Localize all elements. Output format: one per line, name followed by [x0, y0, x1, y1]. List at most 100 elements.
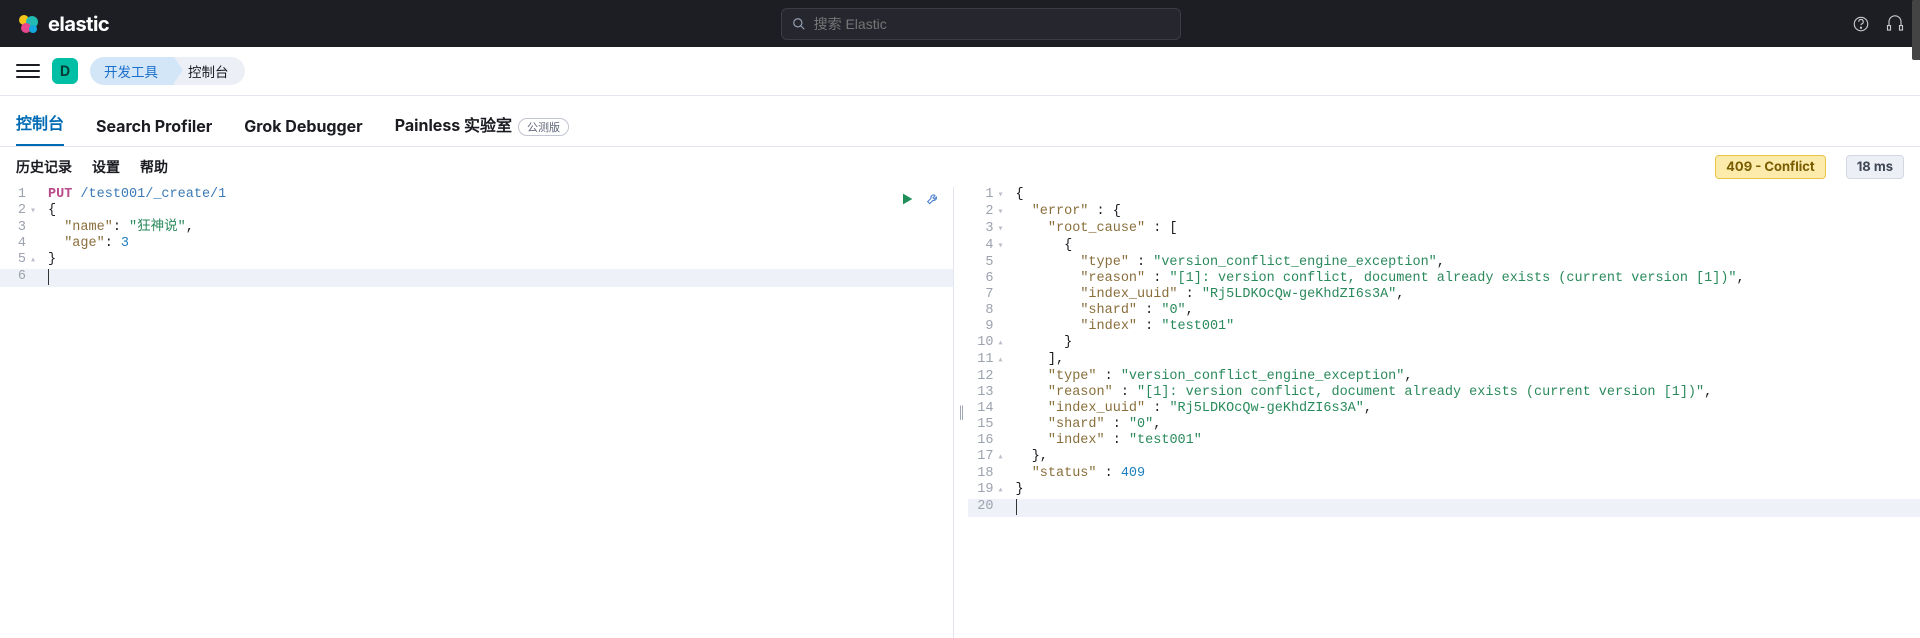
- code-line[interactable]: 13 "reason" : "[1]: version conflict, do…: [968, 385, 1920, 401]
- code-line[interactable]: 3 "name": "狂神说",: [0, 220, 953, 236]
- line-number: 16: [968, 433, 1012, 449]
- line-content[interactable]: "shard" : "0",: [1012, 417, 1920, 433]
- line-number: 3▾: [968, 221, 1012, 238]
- line-number: 20: [968, 499, 1012, 517]
- code-line[interactable]: 9 "index" : "test001": [968, 319, 1920, 335]
- elastic-logo[interactable]: elastic: [16, 12, 109, 36]
- code-line[interactable]: 6 "reason" : "[1]: version conflict, doc…: [968, 271, 1920, 287]
- code-line[interactable]: 3▾ "root_cause" : [: [968, 221, 1920, 238]
- line-number: 5▴: [0, 252, 44, 269]
- line-content[interactable]: },: [1012, 449, 1920, 466]
- code-line[interactable]: 1PUT /test001/_create/1: [0, 187, 953, 203]
- code-line[interactable]: 2▾{: [0, 203, 953, 220]
- code-line[interactable]: 18 "status" : 409: [968, 466, 1920, 482]
- code-line[interactable]: 15 "shard" : "0",: [968, 417, 1920, 433]
- space-selector[interactable]: D: [52, 58, 78, 84]
- code-line[interactable]: 20: [968, 499, 1920, 517]
- breadcrumb-parent[interactable]: 开发工具: [90, 57, 174, 85]
- line-content[interactable]: "index_uuid" : "Rj5LDKOcQw-geKhdZI6s3A",: [1012, 401, 1920, 417]
- global-header: elastic: [0, 0, 1920, 47]
- line-content[interactable]: [44, 269, 953, 287]
- code-line[interactable]: 17▴ },: [968, 449, 1920, 466]
- help-icon[interactable]: [1852, 15, 1870, 33]
- line-content[interactable]: "name": "狂神说",: [44, 220, 953, 236]
- response-viewer[interactable]: 1▾{2▾ "error" : {3▾ "root_cause" : [4▾ {…: [968, 187, 1920, 638]
- line-content[interactable]: {: [44, 203, 953, 220]
- line-number: 3: [0, 220, 44, 236]
- line-content[interactable]: "index" : "test001": [1012, 319, 1920, 335]
- line-content[interactable]: }: [1012, 482, 1920, 499]
- code-line[interactable]: 16 "index" : "test001": [968, 433, 1920, 449]
- search-icon: [792, 17, 806, 31]
- settings-link[interactable]: 设置: [92, 157, 120, 177]
- devtools-tabs: 控制台 Search Profiler Grok Debugger Painless …: [0, 96, 1920, 147]
- breadcrumb: 开发工具 控制台: [90, 57, 245, 85]
- code-line[interactable]: 14 "index_uuid" : "Rj5LDKOcQw-geKhdZI6s3…: [968, 401, 1920, 417]
- line-content[interactable]: "type" : "version_conflict_engine_except…: [1012, 369, 1920, 385]
- tab-1[interactable]: Search Profiler: [96, 116, 212, 146]
- search-input[interactable]: [814, 16, 1170, 32]
- line-content[interactable]: }: [1012, 335, 1920, 352]
- console-toolbar: 历史记录 设置 帮助 409 - Conflict 18 ms: [0, 147, 1920, 187]
- line-number: 6: [0, 269, 44, 287]
- line-content[interactable]: "shard" : "0",: [1012, 303, 1920, 319]
- request-actions: [899, 191, 941, 207]
- code-line[interactable]: 5▴}: [0, 252, 953, 269]
- header-actions: [1852, 15, 1904, 33]
- help-link[interactable]: 帮助: [140, 157, 168, 177]
- line-content[interactable]: {: [1012, 187, 1920, 204]
- tab-3[interactable]: Painless 实验室公测版: [395, 112, 569, 146]
- nav-toggle-button[interactable]: [16, 64, 40, 78]
- line-content[interactable]: ],: [1012, 352, 1920, 369]
- line-content[interactable]: "root_cause" : [: [1012, 221, 1920, 238]
- code-line[interactable]: 7 "index_uuid" : "Rj5LDKOcQw-geKhdZI6s3A…: [968, 287, 1920, 303]
- line-number: 12: [968, 369, 1012, 385]
- code-line[interactable]: 4▾ {: [968, 238, 1920, 255]
- code-line[interactable]: 5 "type" : "version_conflict_engine_exce…: [968, 255, 1920, 271]
- window-scroll-indicator: [1912, 0, 1920, 60]
- run-icon[interactable]: [899, 191, 915, 207]
- line-number: 15: [968, 417, 1012, 433]
- request-editor[interactable]: 1PUT /test001/_create/12▾{3 "name": "狂神说…: [0, 187, 954, 638]
- search-wrap: [125, 8, 1836, 40]
- line-number: 13: [968, 385, 1012, 401]
- news-icon[interactable]: [1886, 15, 1904, 33]
- line-content[interactable]: "index" : "test001": [1012, 433, 1920, 449]
- line-content[interactable]: }: [44, 252, 953, 269]
- line-content[interactable]: "age": 3: [44, 236, 953, 252]
- line-number: 2▾: [0, 203, 44, 220]
- line-number: 1▾: [968, 187, 1012, 204]
- line-number: 4: [0, 236, 44, 252]
- pane-resize-handle[interactable]: ||: [954, 187, 968, 638]
- line-number: 11▴: [968, 352, 1012, 369]
- code-line[interactable]: 1▾{: [968, 187, 1920, 204]
- code-line[interactable]: 4 "age": 3: [0, 236, 953, 252]
- code-line[interactable]: 12 "type" : "version_conflict_engine_exc…: [968, 369, 1920, 385]
- tab-2[interactable]: Grok Debugger: [244, 116, 362, 146]
- line-content[interactable]: "reason" : "[1]: version conflict, docum…: [1012, 271, 1920, 287]
- line-number: 2▾: [968, 204, 1012, 221]
- code-line[interactable]: 11▴ ],: [968, 352, 1920, 369]
- wrench-icon[interactable]: [925, 191, 941, 207]
- tab-0[interactable]: 控制台: [16, 110, 64, 146]
- code-line[interactable]: 2▾ "error" : {: [968, 204, 1920, 221]
- elastic-logo-icon: [16, 12, 40, 36]
- code-line[interactable]: 10▴ }: [968, 335, 1920, 352]
- line-number: 6: [968, 271, 1012, 287]
- line-content[interactable]: [1012, 499, 1920, 517]
- line-content[interactable]: {: [1012, 238, 1920, 255]
- line-content[interactable]: "index_uuid" : "Rj5LDKOcQw-geKhdZI6s3A",: [1012, 287, 1920, 303]
- line-content[interactable]: "status" : 409: [1012, 466, 1920, 482]
- line-number: 7: [968, 287, 1012, 303]
- code-line[interactable]: 6: [0, 269, 953, 287]
- line-content[interactable]: "type" : "version_conflict_engine_except…: [1012, 255, 1920, 271]
- code-line[interactable]: 8 "shard" : "0",: [968, 303, 1920, 319]
- line-content[interactable]: "reason" : "[1]: version conflict, docum…: [1012, 385, 1920, 401]
- line-number: 4▾: [968, 238, 1012, 255]
- global-search[interactable]: [781, 8, 1181, 40]
- line-content[interactable]: PUT /test001/_create/1: [44, 187, 953, 203]
- chrome-bar: D 开发工具 控制台: [0, 47, 1920, 96]
- history-link[interactable]: 历史记录: [16, 157, 72, 177]
- line-content[interactable]: "error" : {: [1012, 204, 1920, 221]
- code-line[interactable]: 19▴}: [968, 482, 1920, 499]
